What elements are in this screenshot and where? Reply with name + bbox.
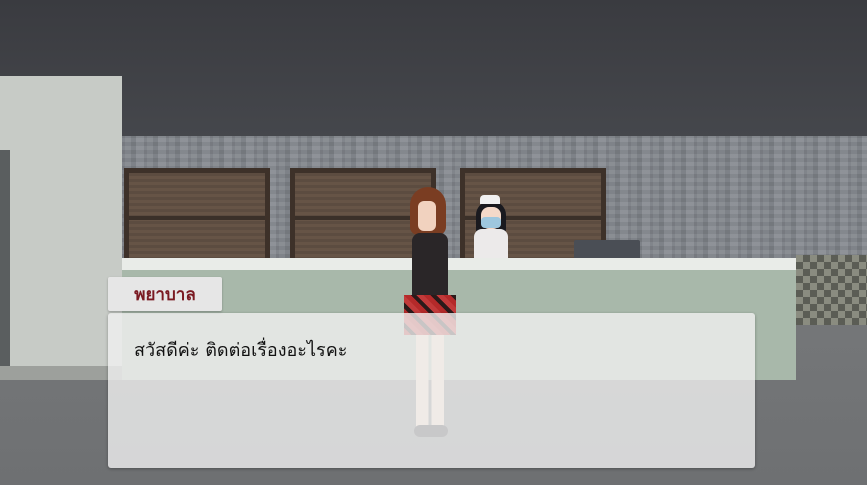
wall-baseboard — [0, 366, 122, 380]
game-scene: สวัสดีค่ะ ติดต่อเรื่องอะไรคะ พยาบาล — [0, 0, 867, 485]
nurse-character[interactable] — [470, 193, 512, 269]
dialogue-box[interactable]: สวัสดีค่ะ ติดต่อเรื่องอะไรคะ — [108, 313, 755, 468]
wall-pillar — [0, 76, 122, 380]
speaker-name: พยาบาล — [134, 284, 196, 305]
bookshelf — [124, 168, 270, 268]
dialogue-text: สวัสดีค่ะ ติดต่อเรื่องอะไรคะ — [134, 340, 348, 361]
ceiling — [0, 0, 867, 137]
speaker-name-plate: พยาบาล — [108, 277, 222, 311]
checkered-floor — [796, 255, 867, 325]
doorway-edge — [0, 150, 10, 378]
